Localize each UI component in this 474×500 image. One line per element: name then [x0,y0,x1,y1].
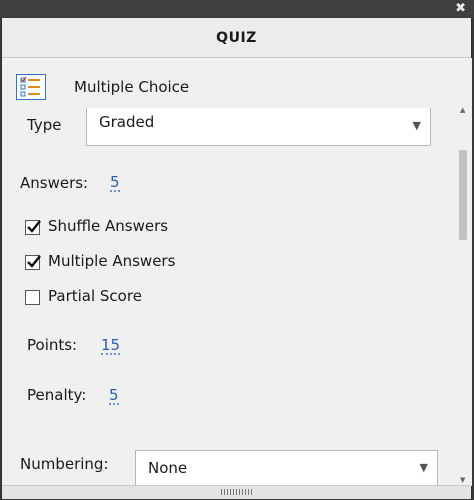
multiple-choice-list-icon [16,74,46,100]
panel-title: QUIZ [2,18,471,58]
quiz-panel: QUIZ Multiple Choice Type Graded ▼ Answe… [1,18,472,499]
scrollbar-thumb[interactable] [459,150,467,240]
resize-grip-icon[interactable] [221,489,253,495]
type-select-value: Graded [99,113,155,131]
scroll-up-icon[interactable]: ▲ [460,106,465,114]
chevron-down-icon: ▼ [419,461,428,474]
close-icon[interactable]: ✖ [455,0,466,18]
shuffle-answers-checkbox[interactable] [25,220,41,235]
quiz-type-title: Multiple Choice [74,78,190,96]
multiple-answers-checkbox[interactable] [25,255,41,270]
numbering-select[interactable]: None ▼ [135,450,438,486]
points-label: Points: [27,336,78,354]
vertical-scrollbar[interactable]: ▲ ▼ [454,58,472,486]
window-titlebar: ✖ [0,0,474,18]
shuffle-answers-label[interactable]: Shuffle Answers [48,217,168,235]
type-select[interactable]: Graded ▼ [86,108,431,146]
check-icon [27,220,41,233]
penalty-value[interactable]: 5 [109,387,119,405]
scroll-down-icon[interactable]: ▼ [460,476,465,484]
answers-label: Answers: [20,174,89,192]
numbering-select-value: None [148,459,188,477]
penalty-label: Penalty: [27,386,87,404]
check-icon [27,255,41,268]
partial-score-label[interactable]: Partial Score [48,287,142,305]
type-label: Type [27,116,62,134]
partial-score-checkbox[interactable] [25,290,40,305]
resize-bar[interactable] [2,485,471,499]
panel-content: Multiple Choice Type Graded ▼ Answers: 5… [2,58,454,486]
multiple-answers-label[interactable]: Multiple Answers [48,252,175,270]
chevron-down-icon: ▼ [412,119,421,132]
points-value[interactable]: 15 [101,337,121,355]
answers-value[interactable]: 5 [110,174,120,192]
numbering-label: Numbering: [20,455,109,473]
